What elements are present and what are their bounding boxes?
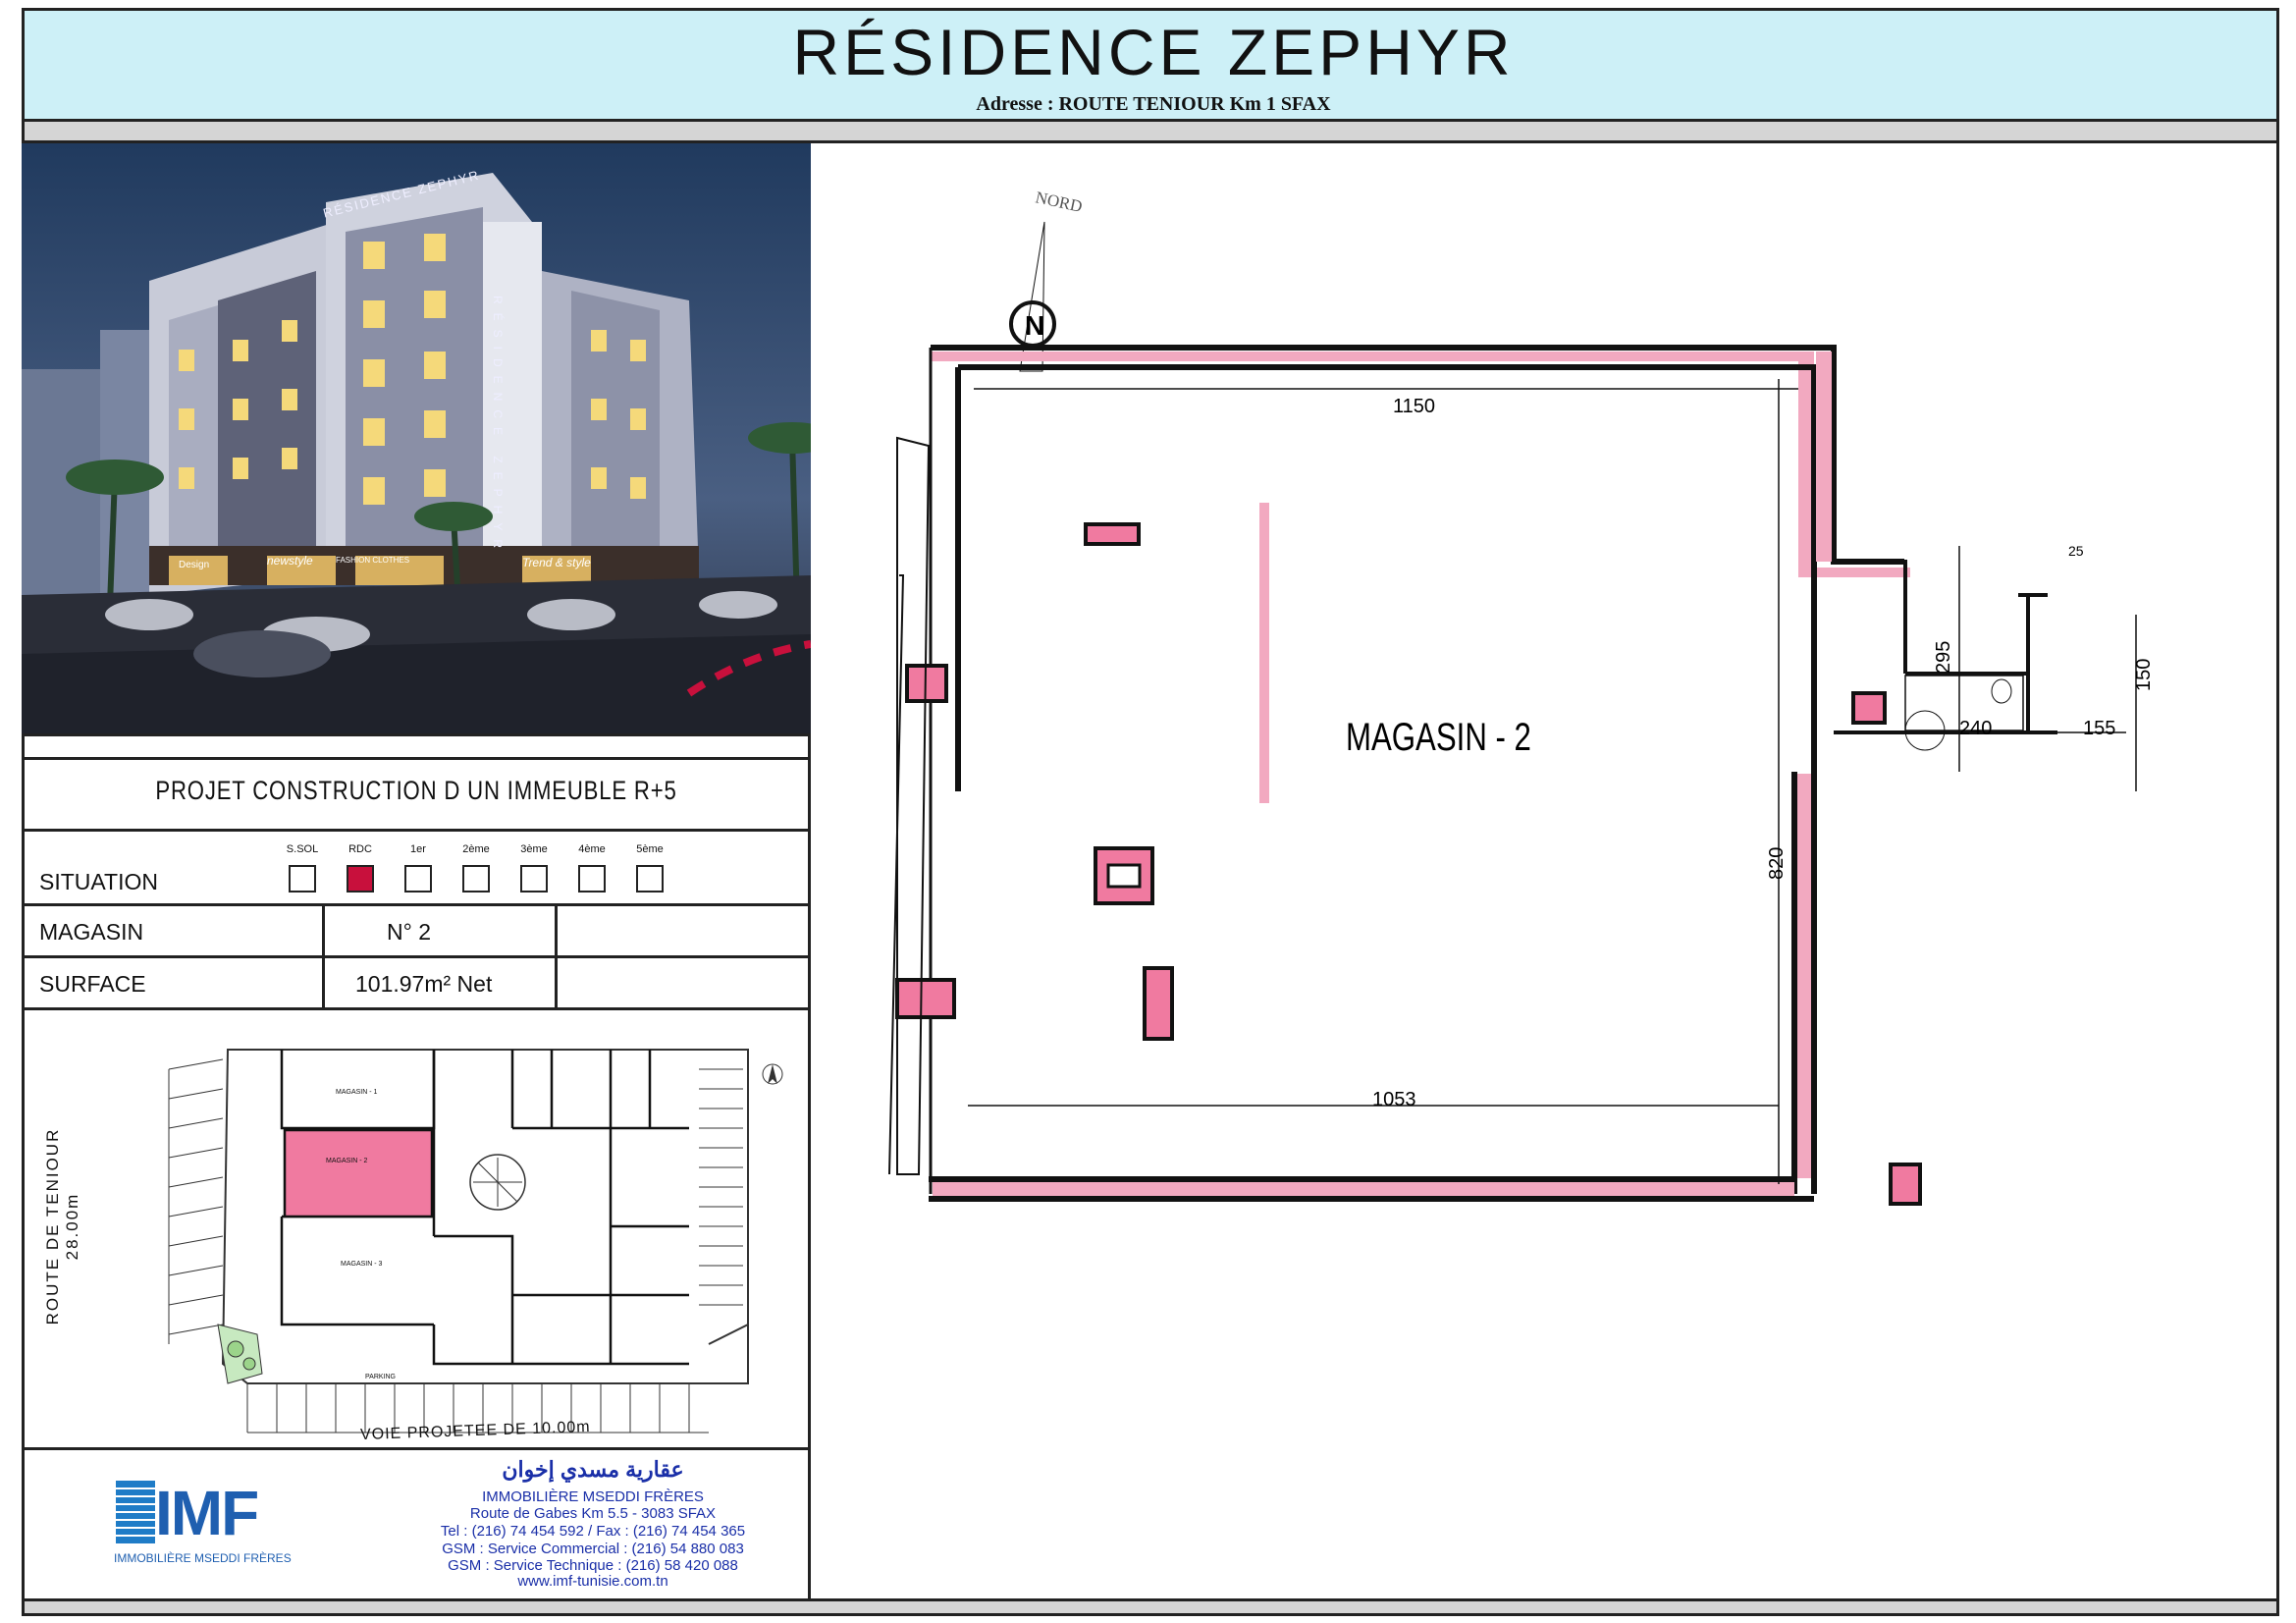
project-label: PROJET CONSTRUCTION D UN IMMEUBLE R+5 <box>155 776 677 805</box>
dim-wc-height: 150 <box>2133 659 2155 691</box>
shop-sign-trend: Trend & style <box>522 556 591 569</box>
company-address: Route de Gabes Km 5.5 - 3083 SFAX <box>469 1505 717 1522</box>
shop-sign-design: Design <box>179 560 210 570</box>
company-website[interactable]: www.imf-tunisie.com.tn <box>397 1573 789 1590</box>
level-checkbox[interactable] <box>636 865 664 893</box>
company-arabic-name: عقارية مسدي إخوان <box>502 1457 684 1482</box>
site-plan-drawing <box>168 1049 783 1434</box>
dim-bottom-width: 1053 <box>1372 1089 1416 1110</box>
company-name: IMMOBILIÈRE MSEDDI FRÈRES <box>482 1488 704 1505</box>
site-shop2-label: MAGASIN - 2 <box>326 1158 368 1164</box>
situation-label: SITUATION <box>39 869 158 894</box>
company-gsm-technique: GSM : Service Technique : (216) 58 420 0… <box>448 1557 738 1574</box>
title-band: RÉSIDENCE ZEPHYR Adresse : ROUTE TENIOUR… <box>22 8 2279 122</box>
site-shop1-label: MAGASIN - 1 <box>336 1089 378 1096</box>
road-teniour-label: ROUTE DE TENIOUR 28.00m <box>43 1127 81 1325</box>
magasin-label: MAGASIN <box>39 919 144 945</box>
north-label: NORD <box>1034 188 1084 216</box>
company-logo: IMF <box>155 1478 259 1548</box>
dim-notch-height: 295 <box>1933 641 1954 674</box>
project-row: PROJET CONSTRUCTION D UN IMMEUBLE R+5 <box>22 757 811 832</box>
vertical-sign: RÉSIDENCE ZEPHYR <box>491 296 505 558</box>
page-title: RÉSIDENCE ZEPHYR <box>792 16 1515 88</box>
logo-caption: IMMOBILIÈRE MSEDDI FRÈRES <box>114 1551 292 1565</box>
dim-height: 820 <box>1766 847 1788 880</box>
level-label: 3ème <box>520 843 548 855</box>
site-shop3-label: MAGASIN - 3 <box>341 1261 383 1268</box>
level-checkbox[interactable] <box>404 865 432 893</box>
room-label: MAGASIN - 2 <box>1346 715 1531 759</box>
site-plan: MAGASIN - 1 MAGASIN - 2 MAGASIN - 3 PARK… <box>22 1010 811 1450</box>
dim-notch-width: 240 <box>1959 718 1992 739</box>
address-line: Adresse : ROUTE TENIOUR Km 1 SFAX <box>976 93 1331 115</box>
level-label: RDC <box>348 843 372 855</box>
imf-building-icon <box>116 1481 155 1543</box>
company-gsm-commercial: GSM : Service Commercial : (216) 54 880 … <box>442 1541 744 1557</box>
level-label: 4ème <box>578 843 606 855</box>
level-label: 1er <box>410 843 426 855</box>
company-block: IMF IMMOBILIÈRE MSEDDI FRÈRES عقارية مسد… <box>22 1453 811 1598</box>
situation-row: SITUATION S.SOL RDC 1er 2ème 3ème 4ème 5ème <box>22 832 811 906</box>
surface-row: SURFACE 101.97m² Net <box>22 958 811 1010</box>
north-letter: N <box>1025 310 1044 341</box>
site-parking-label: PARKING <box>365 1374 396 1380</box>
level-checkbox[interactable] <box>578 865 606 893</box>
shop-sign-fashion: FASHION CLOTHES <box>336 556 410 565</box>
level-checkbox[interactable] <box>347 865 374 893</box>
level-checkbox[interactable] <box>462 865 490 893</box>
header-divider <box>22 122 2279 143</box>
dim-wc-width: 155 <box>2083 718 2115 739</box>
level-checkbox[interactable] <box>520 865 548 893</box>
surface-value: 101.97m² Net <box>355 971 493 997</box>
level-checkbox[interactable] <box>289 865 316 893</box>
surface-label: SURFACE <box>39 971 146 997</box>
magasin-row: MAGASIN N° 2 <box>22 906 811 958</box>
building-render-image <box>22 143 811 733</box>
magasin-number: N° 2 <box>387 919 431 945</box>
level-label: 5ème <box>636 843 664 855</box>
shop-sign-newstyle: newstyle <box>267 554 313 568</box>
level-label: S.SOL <box>286 843 319 855</box>
dim-wall-thickness: 25 <box>2068 543 2084 559</box>
company-tel: Tel : (216) 74 454 592 / Fax : (216) 74 … <box>440 1523 746 1540</box>
dim-top-width: 1150 <box>1393 396 1435 417</box>
level-label: 2ème <box>462 843 490 855</box>
building-render: RÉSIDENCE ZEPHYR RÉSIDENCE ZEPHYR newsty… <box>22 143 811 736</box>
floor-plan: 1150 1053 820 295 240 150 155 25 NORD N … <box>888 188 2155 1206</box>
footer-strip <box>22 1598 2279 1616</box>
